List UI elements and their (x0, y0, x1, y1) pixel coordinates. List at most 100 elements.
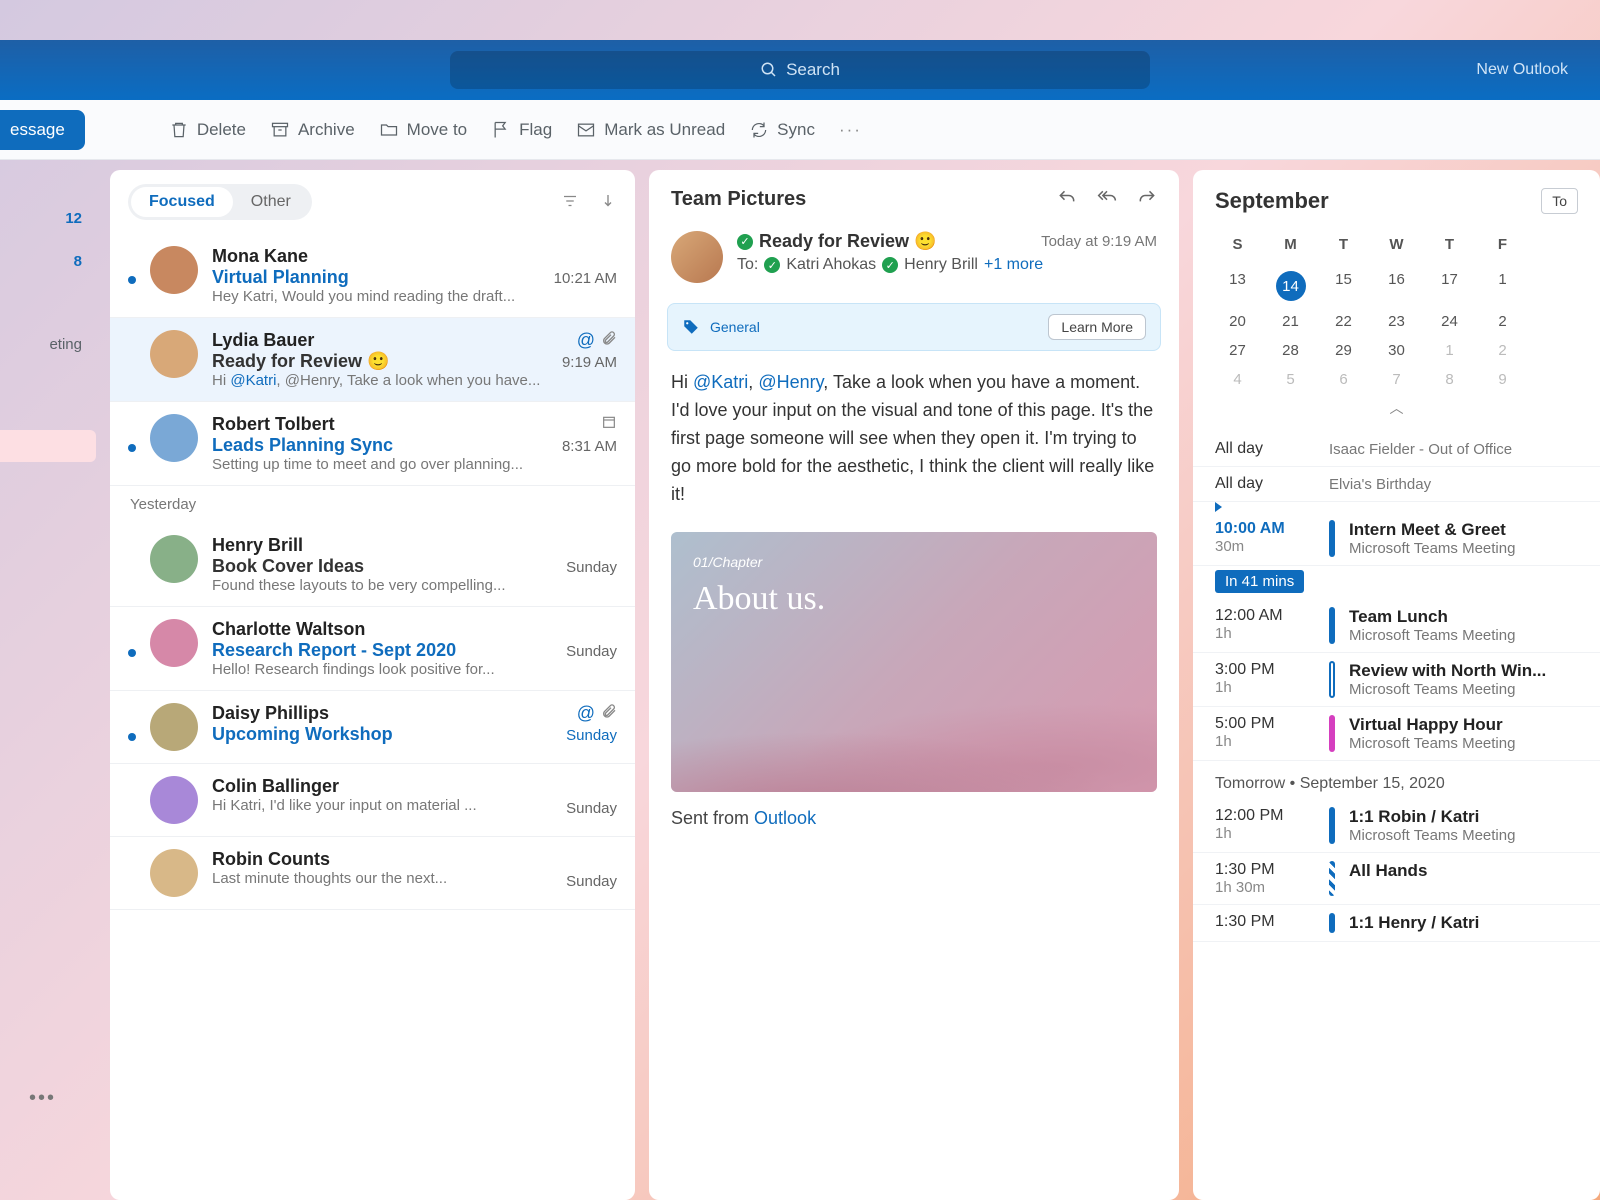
calendar-date[interactable]: 6 (1317, 365, 1370, 394)
archive-button[interactable]: Archive (270, 120, 355, 140)
message-row[interactable]: Mona KaneVirtual PlanningHey Katri, Woul… (110, 234, 635, 318)
forward-icon[interactable] (1137, 188, 1157, 211)
calendar-date[interactable]: 4 (1211, 365, 1264, 394)
attachment-image[interactable]: 01/Chapter About us. (671, 532, 1157, 792)
reply-all-icon[interactable] (1097, 188, 1117, 211)
calendar-date[interactable]: 16 (1370, 265, 1423, 307)
flag-button[interactable]: Flag (491, 120, 552, 140)
calendar-panel: September To SMTWTF 13141516171202122232… (1193, 170, 1600, 1200)
calendar-date[interactable]: 21 (1264, 307, 1317, 336)
calendar-date[interactable]: 28 (1264, 336, 1317, 365)
new-message-button[interactable]: essage (0, 110, 85, 150)
message-row[interactable]: ⌄Daisy PhillipsUpcoming Workshop@Sunday (110, 691, 635, 764)
agenda[interactable]: All day Isaac Fielder - Out of Office Al… (1193, 426, 1600, 1200)
category-name[interactable]: General (710, 319, 1038, 335)
recipient[interactable]: Henry Brill (904, 256, 978, 274)
more-recipients[interactable]: +1 more (984, 256, 1043, 274)
message-row[interactable]: Henry BrillBook Cover IdeasFound these l… (110, 523, 635, 607)
mention[interactable]: @Henry (758, 372, 823, 392)
message-time: 8:31 AM (562, 438, 617, 455)
attachment-icon (601, 330, 617, 346)
toolbar: essage Delete Archive Move to Flag Mark … (0, 100, 1600, 160)
message-time: Sunday (566, 643, 617, 660)
agenda-event[interactable]: 12:00 AM1hTeam LunchMicrosoft Teams Meet… (1193, 599, 1600, 653)
tab-focused[interactable]: Focused (131, 187, 233, 217)
event-color-bar (1329, 520, 1335, 557)
agenda-event[interactable]: 1:30 PM1h 30mAll Hands (1193, 853, 1600, 905)
message-from: Henry Brill (212, 535, 617, 556)
agenda-event[interactable]: 10:00 AM30m Intern Meet & GreetMicrosoft… (1193, 512, 1600, 566)
sort-icon[interactable] (599, 192, 617, 213)
calendar-date[interactable]: 29 (1317, 336, 1370, 365)
calendar-date[interactable]: 2 (1476, 336, 1529, 365)
message-time: 9:19 AM (562, 354, 617, 371)
nav-item-meeting[interactable]: eting (49, 336, 82, 353)
calendar-date[interactable]: 9 (1476, 365, 1529, 394)
category-tag-row: General Learn More (667, 303, 1161, 351)
learn-more-button[interactable]: Learn More (1048, 314, 1146, 340)
archive-icon (270, 120, 290, 140)
search-input[interactable]: Search (450, 51, 1150, 89)
message-row[interactable]: Lydia BauerReady for Review 🙂Hi @Katri, … (110, 318, 635, 402)
agenda-event[interactable]: 3:00 PM1hReview with North Win...Microso… (1193, 653, 1600, 707)
mark-unread-button[interactable]: Mark as Unread (576, 120, 725, 140)
filter-icon[interactable] (561, 192, 579, 213)
agenda-event[interactable]: 12:00 PM1h1:1 Robin / KatriMicrosoft Tea… (1193, 799, 1600, 853)
calendar-date[interactable]: 8 (1423, 365, 1476, 394)
new-outlook-toggle[interactable]: New Outlook (1476, 61, 1568, 79)
calendar-date[interactable]: 20 (1211, 307, 1264, 336)
recipient[interactable]: Katri Ahokas (786, 256, 876, 274)
calendar-date[interactable]: 30 (1370, 336, 1423, 365)
calendar-date[interactable]: 1 (1423, 336, 1476, 365)
agenda-event[interactable]: 1:30 PM1:1 Henry / Katri (1193, 905, 1600, 942)
agenda-event[interactable]: 5:00 PM1hVirtual Happy HourMicrosoft Tea… (1193, 707, 1600, 761)
calendar-date[interactable]: 7 (1370, 365, 1423, 394)
all-day-event[interactable]: All day Isaac Fielder - Out of Office (1193, 432, 1600, 467)
sent-from: Sent from Outlook (649, 800, 1179, 851)
more-button[interactable]: ··· (839, 120, 862, 140)
message-row[interactable]: Colin BallingerHi Katri, I'd like your i… (110, 764, 635, 837)
message-row[interactable]: Charlotte WaltsonResearch Report - Sept … (110, 607, 635, 691)
calendar-day-header: F (1476, 230, 1529, 259)
calendar-date[interactable]: 15 (1317, 265, 1370, 307)
message-row[interactable]: Robin CountsLast minute thoughts our the… (110, 837, 635, 910)
calendar-date[interactable]: 24 (1423, 307, 1476, 336)
calendar-date[interactable]: 1 (1476, 265, 1529, 307)
calendar-date[interactable]: 17 (1423, 265, 1476, 307)
message-time: Today at 9:19 AM (1041, 233, 1157, 250)
calendar-date[interactable]: 27 (1211, 336, 1264, 365)
calendar-date[interactable]: 13 (1211, 265, 1264, 307)
tab-other[interactable]: Other (233, 187, 309, 217)
app-window: Search New Outlook essage Delete Archive… (0, 40, 1600, 1200)
calendar-date[interactable]: 22 (1317, 307, 1370, 336)
event-color-bar (1329, 661, 1335, 698)
event-color-bar (1329, 861, 1335, 896)
calendar-date[interactable]: 5 (1264, 365, 1317, 394)
delete-button[interactable]: Delete (169, 120, 246, 140)
message-time: Sunday (566, 873, 617, 890)
message-from: Charlotte Waltson (212, 619, 617, 640)
message-subject: Research Report - Sept 2020 (212, 640, 617, 661)
nav-badge[interactable]: 8 (74, 253, 82, 270)
today-button[interactable]: To (1541, 188, 1578, 214)
chevron-up-icon[interactable]: ︿ (1211, 394, 1582, 422)
message-list[interactable]: Mona KaneVirtual PlanningHey Katri, Woul… (110, 234, 635, 1200)
sync-button[interactable]: Sync (749, 120, 815, 140)
nav-badge[interactable]: 12 (65, 210, 82, 227)
reading-pane: Team Pictures ✓ Ready for Review 🙂 Today… (649, 170, 1179, 1200)
message-row[interactable]: Robert TolbertLeads Planning SyncSetting… (110, 402, 635, 486)
calendar-header: September To (1193, 170, 1600, 224)
calendar-date[interactable]: 2 (1476, 307, 1529, 336)
flag-icon (491, 120, 511, 140)
all-day-event[interactable]: All day Elvia's Birthday (1193, 467, 1600, 502)
unread-dot (128, 649, 136, 657)
reply-icon[interactable] (1057, 188, 1077, 211)
calendar-date[interactable]: 14 (1264, 265, 1317, 307)
move-to-button[interactable]: Move to (379, 120, 467, 140)
nav-more-icon[interactable]: ••• (29, 1087, 56, 1110)
focused-other-segment: Focused Other (128, 184, 312, 220)
mention[interactable]: @Katri (693, 372, 748, 392)
calendar-date[interactable]: 23 (1370, 307, 1423, 336)
outlook-link[interactable]: Outlook (754, 808, 816, 828)
avatar (150, 246, 198, 294)
